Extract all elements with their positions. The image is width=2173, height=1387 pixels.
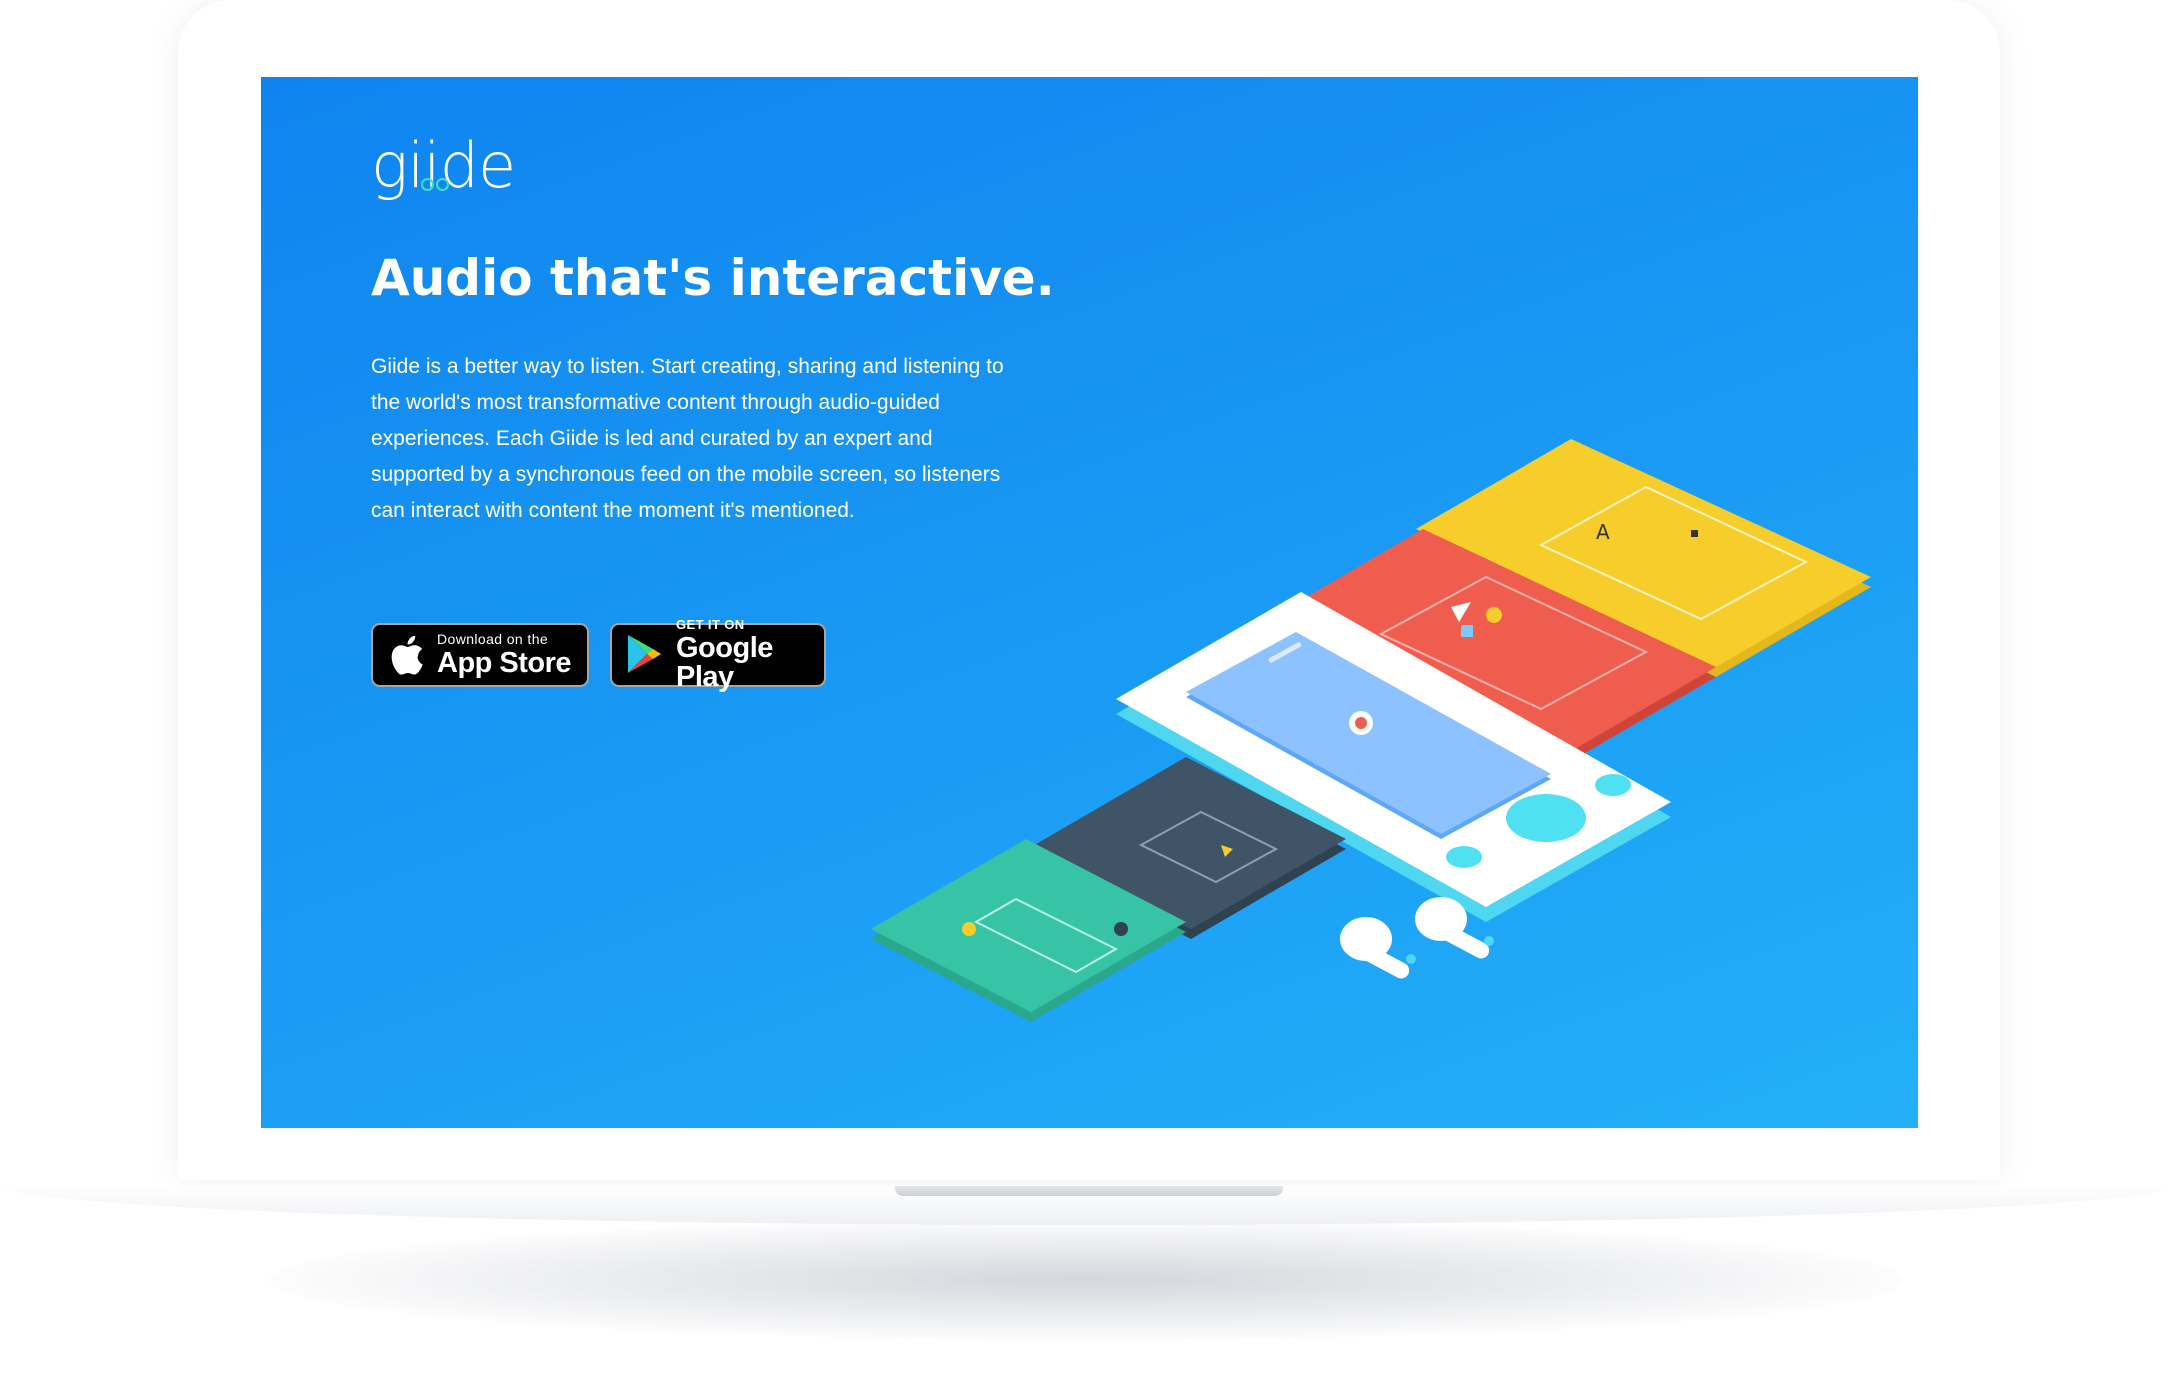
- hero-screen: giide Audio that's interactive. Giide is…: [261, 77, 1918, 1128]
- circle-icon: [1486, 607, 1502, 623]
- yellow-dot-icon: [962, 922, 976, 936]
- laptop-notch: [895, 1186, 1283, 1196]
- square-icon: [1461, 625, 1473, 637]
- dark-dot-icon: [1114, 922, 1128, 936]
- record-icon: [1355, 717, 1367, 729]
- letter-a-icon: A: [1596, 520, 1610, 544]
- laptop-shadow: [270, 1220, 1903, 1340]
- pause-button-icon: [1506, 794, 1586, 842]
- dot-icon: [1691, 530, 1698, 537]
- isometric-illustration: A: [871, 439, 1871, 1022]
